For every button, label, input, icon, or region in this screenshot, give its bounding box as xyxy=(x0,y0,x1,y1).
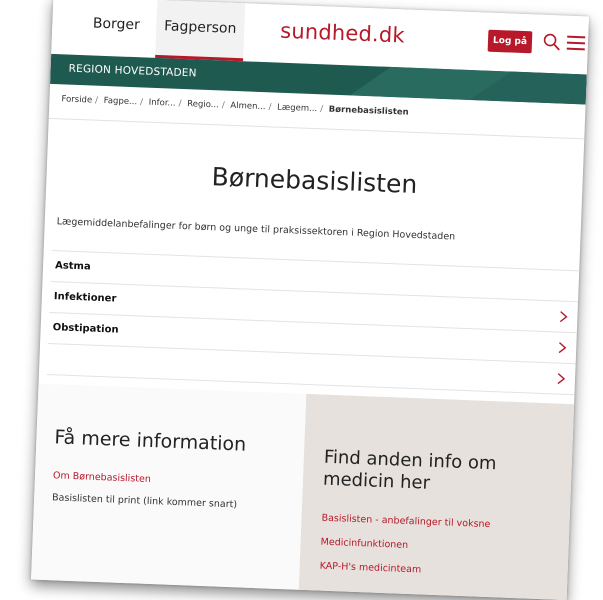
tab-fagperson[interactable]: Fagperson xyxy=(155,0,246,62)
breadcrumb: Forside / Fagpe... / Infor... / Regio... / A… xyxy=(61,94,409,118)
sundhed-page: Borger Fagperson sundhed.dk Log på REGIO… xyxy=(30,0,590,600)
category-list: Astma Infektioner Obstipation xyxy=(46,250,580,396)
page-title: Børnebasislisten xyxy=(211,162,418,200)
page-subtitle: Lægemiddelanbefalinger for børn og unge … xyxy=(56,216,456,243)
sundhed-logo[interactable]: sundhed.dk xyxy=(280,19,405,48)
list-item-label: Infektioner xyxy=(53,291,117,305)
tab-borger[interactable]: Borger xyxy=(79,0,153,58)
login-button[interactable]: Log på xyxy=(487,29,533,54)
breadcrumb-item[interactable]: Almen... xyxy=(230,101,266,112)
breadcrumb-item[interactable]: Fagpe... xyxy=(104,96,138,107)
chevron-right-icon xyxy=(557,373,566,385)
more-info-panel xyxy=(30,383,307,590)
breadcrumb-divider xyxy=(48,117,585,140)
chevron-right-icon xyxy=(558,342,567,354)
screenshot-stage: Borger Fagperson sundhed.dk Log på REGIO… xyxy=(0,0,603,600)
list-item-label: Astma xyxy=(54,260,91,273)
chevron-right-icon xyxy=(559,311,568,323)
breadcrumb-item[interactable]: Forside xyxy=(61,94,92,105)
breadcrumb-current: Børnebasislisten xyxy=(328,104,409,118)
list-item-label: Obstipation xyxy=(52,322,119,336)
other-info-title: Find anden info om medicin her xyxy=(322,446,497,494)
hamburger-menu-icon[interactable] xyxy=(565,33,588,54)
breadcrumb-item[interactable]: Lægem... xyxy=(277,103,317,115)
breadcrumb-item[interactable]: Regio... xyxy=(187,99,219,110)
search-icon[interactable] xyxy=(542,32,563,53)
breadcrumb-item[interactable]: Infor... xyxy=(149,98,176,109)
region-label: REGION HOVEDSTADEN xyxy=(68,62,197,80)
